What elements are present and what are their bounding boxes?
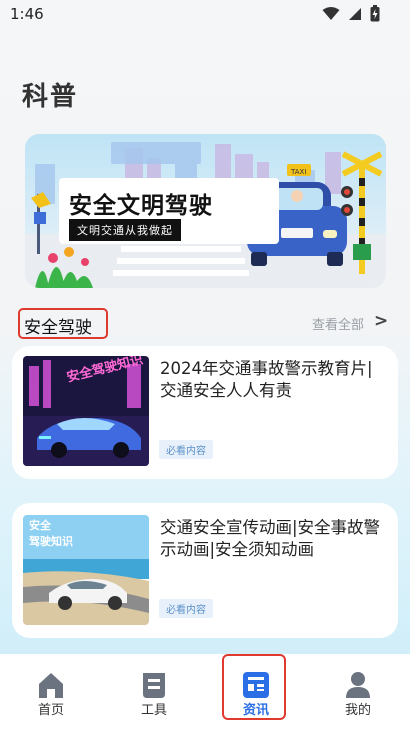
battery-icon <box>370 5 380 22</box>
nav-item-profile[interactable]: 我的 <box>318 654 398 729</box>
nav-label-tools: 工具 <box>140 703 167 718</box>
page-title: 科普 <box>22 82 79 112</box>
bottom-nav: 首页 工具 资讯 我的 <box>0 654 410 729</box>
thumbnail-text-line1: 安全 <box>29 518 52 532</box>
nav-label-home: 首页 <box>37 703 64 718</box>
see-all-link[interactable]: 查看全部 <box>312 314 364 333</box>
section-header: 安全驾驶 查看全部 > <box>0 306 410 340</box>
tools-icon <box>143 673 165 698</box>
wifi-icon <box>322 6 340 20</box>
taxi-sign: TAXI <box>290 168 306 176</box>
article-thumbnail: 安全 驾驶知识 <box>23 515 149 625</box>
article-title: 交通安全宣传动画|安全事故警示动画|安全须知动画 <box>160 518 381 559</box>
signal-icon <box>349 7 361 20</box>
article-title: 2024年交通事故警示教育片| 交通安全人人有责 <box>160 359 373 400</box>
nav-active-highlight <box>222 654 286 720</box>
nav-label-profile: 我的 <box>344 703 371 718</box>
article-card[interactable]: 安全 驾驶知识 交通安全宣传动画|安全事故警示动画|安全须知动画 必看内容 <box>12 503 398 638</box>
banner-title: 安全文明驾驶 <box>69 193 213 219</box>
article-tag: 必看内容 <box>159 599 213 618</box>
thumbnail-text-line2: 驾驶知识 <box>28 534 73 548</box>
article-tag: 必看内容 <box>159 440 213 459</box>
article-card[interactable]: 安全驾驶知识 2024年交通事故警示教育片| 交通安全人人有责 必看内容 <box>12 346 398 479</box>
profile-icon <box>346 672 370 698</box>
nav-item-home[interactable]: 首页 <box>11 654 91 729</box>
nav-item-tools[interactable]: 工具 <box>114 654 194 729</box>
chevron-right-icon[interactable]: > <box>374 311 388 331</box>
status-icons <box>322 5 380 22</box>
home-icon <box>39 673 63 698</box>
article-thumbnail: 安全驾驶知识 <box>23 356 149 466</box>
banner-subtitle: 文明交通从我做起 <box>69 219 181 241</box>
status-bar: 1:46 <box>0 0 410 28</box>
section-title: 安全驾驶 <box>24 318 92 338</box>
status-time: 1:46 <box>10 5 44 23</box>
promo-banner[interactable]: TAXI 安全文明驾驶 文明交通从我做起 <box>25 134 386 288</box>
